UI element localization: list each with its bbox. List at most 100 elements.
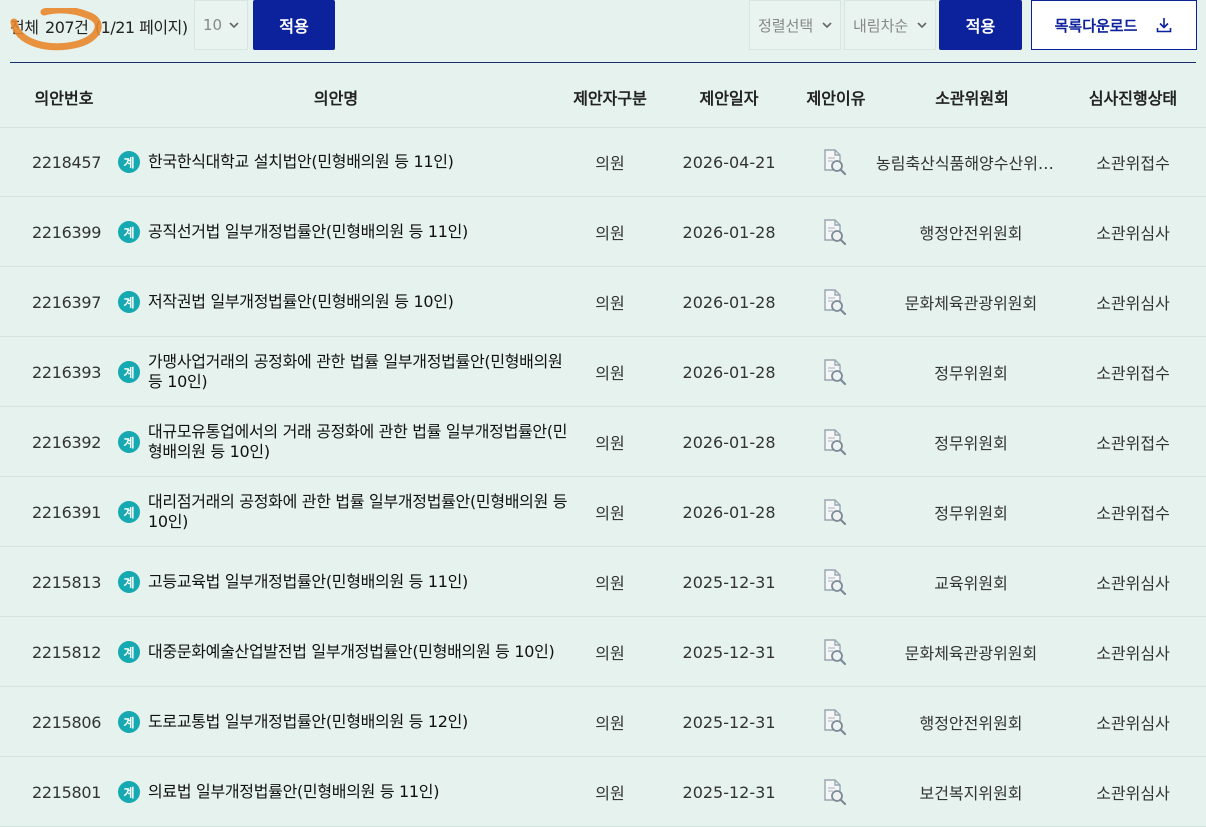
document-search-icon [824, 289, 847, 316]
table-row: 2215806 계 도로교통법 일부개정법률안(민형배의원 등 12인) 의원 … [0, 687, 1206, 757]
bill-type-badge: 계 [118, 361, 140, 383]
bill-title-link[interactable]: 고등교육법 일부개정법률안(민형배의원 등 11인) [148, 572, 468, 592]
bill-title-cell: 계 가맹사업거래의 공정화에 관한 법률 일부개정법률안(민형배의원 등 10인… [118, 337, 568, 407]
bill-title-cell: 계 의료법 일부개정법률안(민형배의원 등 11인) [118, 757, 568, 827]
col-header-committee: 소관위원회 [935, 89, 1009, 108]
bill-type-badge: 계 [118, 501, 140, 523]
bill-title-link[interactable]: 저작권법 일부개정법률안(민형배의원 등 10인) [148, 292, 454, 312]
document-search-icon [824, 499, 847, 526]
apply-page-size-button[interactable]: 적용 [253, 0, 335, 50]
committee-cell: 농림축산식품해양수산위원회 [876, 127, 1066, 197]
sort-select[interactable]: 정렬선택 [749, 0, 841, 50]
proposal-date: 2026-01-28 [682, 292, 776, 312]
chevron-down-icon [822, 22, 832, 29]
committee-cell: 정무위원회 [934, 337, 1008, 407]
proposal-date: 2025-12-31 [682, 712, 776, 732]
reason-view-button[interactable] [820, 407, 848, 477]
list-toolbar: 전체 207건 (1/21 페이지) 10 적용 정렬선택 내림차순 적용 목록… [0, 0, 1206, 62]
bill-title-cell: 계 대규모유통업에서의 거래 공정화에 관한 법률 일부개정법률안(민형배의원 … [118, 407, 568, 477]
document-search-icon [824, 569, 847, 596]
document-search-icon [824, 359, 847, 386]
table-header: 의안번호 의안명 제안자구분 제안일자 제안이유 소관위원회 심사진행상태 [0, 63, 1206, 128]
table-row: 2215801 계 의료법 일부개정법률안(민형배의원 등 11인) 의원 20… [0, 757, 1206, 827]
proposal-date: 2025-12-31 [682, 572, 776, 592]
download-icon [1157, 18, 1172, 33]
proposer-type: 의원 [595, 154, 625, 173]
table-row: 2216391 계 대리점거래의 공정화에 관한 법률 일부개정법률안(민형배의… [0, 477, 1206, 547]
committee-cell: 문화체육관광위원회 [905, 267, 1037, 337]
committee-cell: 교육위원회 [934, 547, 1008, 617]
review-status: 소관위접수 [1096, 154, 1170, 173]
committee-name: 문화체육관광위원회 [904, 294, 1038, 313]
bill-type-badge: 계 [118, 781, 140, 803]
committee-name: 행정안전위원회 [919, 714, 1023, 733]
reason-view-button[interactable] [820, 687, 848, 757]
bill-number: 2216392 [32, 432, 102, 452]
reason-view-button[interactable] [820, 757, 848, 827]
page-info: (1/21 페이지) [94, 18, 188, 37]
committee-cell: 정무위원회 [934, 477, 1008, 547]
bill-title-link[interactable]: 가맹사업거래의 공정화에 관한 법률 일부개정법률안(민형배의원 등 10인) [148, 352, 568, 392]
bill-title-link[interactable]: 한국한식대학교 설치법안(민형배의원 등 11인) [148, 152, 454, 172]
order-select-value: 내림차순 [853, 16, 909, 35]
table-row: 2216397 계 저작권법 일부개정법률안(민형배의원 등 10인) 의원 2… [0, 267, 1206, 337]
chevron-down-icon [917, 22, 927, 29]
bill-title-link[interactable]: 도로교통법 일부개정법률안(민형배의원 등 12인) [148, 712, 468, 732]
proposer-type: 의원 [595, 294, 625, 313]
bill-number: 2215812 [32, 642, 102, 662]
bill-type-badge: 계 [118, 221, 140, 243]
page-size-select[interactable]: 10 [194, 0, 248, 50]
review-status: 소관위심사 [1096, 294, 1170, 313]
bill-type-badge: 계 [118, 431, 140, 453]
reason-view-button[interactable] [820, 197, 848, 267]
reason-view-button[interactable] [820, 267, 848, 337]
total-count-text: 전체 207건 (1/21 페이지) [10, 14, 188, 38]
chevron-down-icon [229, 22, 239, 29]
committee-cell: 문화체육관광위원회 [905, 617, 1037, 687]
proposal-date: 2025-12-31 [682, 782, 776, 802]
review-status: 소관위심사 [1096, 784, 1170, 803]
table-row: 2216399 계 공직선거법 일부개정법률안(민형배의원 등 11인) 의원 … [0, 197, 1206, 267]
review-status: 소관위심사 [1096, 574, 1170, 593]
table-row: 2216392 계 대규모유통업에서의 거래 공정화에 관한 법률 일부개정법률… [0, 407, 1206, 477]
committee-cell: 행정안전위원회 [919, 687, 1022, 757]
proposer-type: 의원 [595, 364, 625, 383]
col-header-title: 의안명 [313, 89, 359, 108]
bill-number: 2216393 [32, 362, 102, 382]
committee-name: 정무위원회 [934, 504, 1008, 523]
bill-title-link[interactable]: 의료법 일부개정법률안(민형배의원 등 11인) [148, 782, 439, 802]
proposal-date: 2026-01-28 [682, 222, 776, 242]
bill-title-cell: 계 대중문화예술산업발전법 일부개정법률안(민형배의원 등 10인) [118, 617, 568, 687]
reason-view-button[interactable] [820, 477, 848, 547]
review-status: 소관위심사 [1096, 224, 1170, 243]
bill-title-cell: 계 저작권법 일부개정법률안(민형배의원 등 10인) [118, 267, 568, 337]
apply-sort-button[interactable]: 적용 [939, 0, 1022, 50]
proposer-type: 의원 [595, 504, 625, 523]
bill-type-badge: 계 [118, 151, 140, 173]
bill-title-link[interactable]: 공직선거법 일부개정법률안(민형배의원 등 11인) [148, 222, 468, 242]
download-label: 목록다운로드 [1054, 16, 1138, 35]
bill-title-link[interactable]: 대중문화예술산업발전법 일부개정법률안(민형배의원 등 10인) [148, 642, 555, 662]
bill-type-badge: 계 [118, 641, 140, 663]
bill-title-cell: 계 고등교육법 일부개정법률안(민형배의원 등 11인) [118, 547, 568, 617]
reason-view-button[interactable] [820, 127, 848, 197]
table-row: 2216393 계 가맹사업거래의 공정화에 관한 법률 일부개정법률안(민형배… [0, 337, 1206, 407]
committee-cell: 행정안전위원회 [919, 197, 1022, 267]
reason-view-button[interactable] [820, 337, 848, 407]
committee-name: 정무위원회 [934, 364, 1008, 383]
list-download-button[interactable]: 목록다운로드 [1031, 0, 1197, 50]
document-search-icon [824, 709, 847, 736]
committee-name: 농림축산식품해양수산위원회 [876, 154, 1066, 173]
bill-number: 2215813 [32, 572, 102, 592]
reason-view-button[interactable] [820, 547, 848, 617]
proposer-type: 의원 [595, 714, 625, 733]
col-header-no: 의안번호 [34, 89, 94, 108]
bill-title-link[interactable]: 대리점거래의 공정화에 관한 법률 일부개정법률안(민형배의원 등 10인) [148, 492, 568, 532]
order-select[interactable]: 내림차순 [844, 0, 936, 50]
proposal-date: 2025-12-31 [682, 642, 776, 662]
review-status: 소관위심사 [1096, 644, 1170, 663]
review-status: 소관위접수 [1096, 504, 1170, 523]
bill-number: 2215806 [32, 712, 102, 732]
reason-view-button[interactable] [820, 617, 848, 687]
bill-title-link[interactable]: 대규모유통업에서의 거래 공정화에 관한 법률 일부개정법률안(민형배의원 등 … [148, 422, 568, 462]
